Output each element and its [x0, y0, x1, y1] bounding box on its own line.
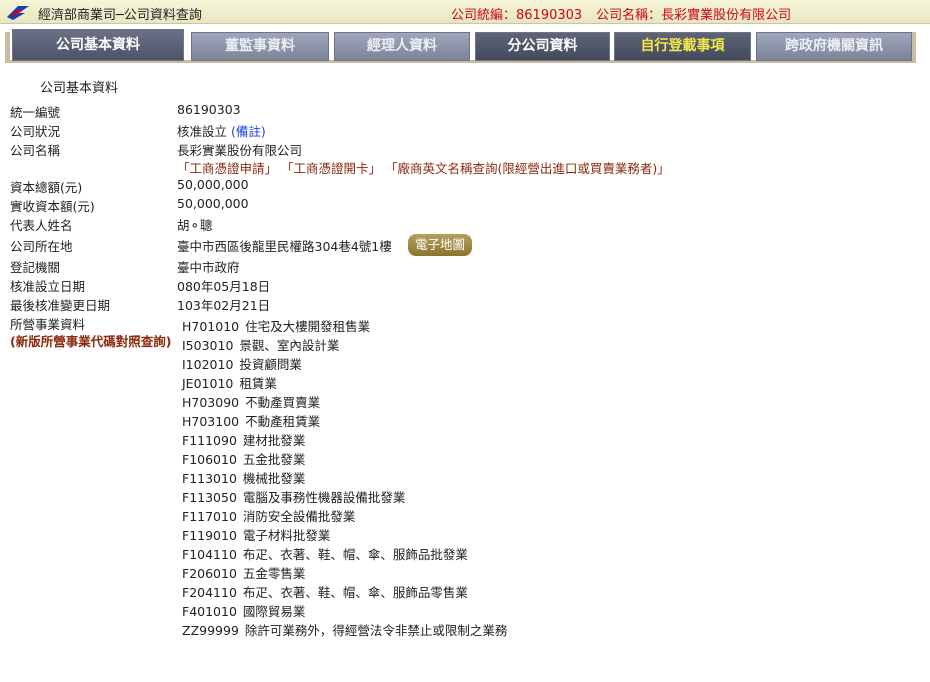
tab-self-disclosure[interactable]: 自行登載事項: [614, 32, 751, 61]
english-name-query-link[interactable]: 「廠商英文名稱查詢(限經營出進口或買賣業務者)」: [385, 161, 670, 176]
value-status: 核准設立 (備註): [177, 121, 266, 140]
business-item-code: I503010: [182, 338, 234, 353]
business-item: ZZ99999 除許可業務外，得經營法令非禁止或限制之業務: [182, 621, 507, 640]
business-item-code: I102010: [182, 357, 234, 372]
business-item-name: 租賃業: [239, 376, 277, 391]
label-approved-date: 核准設立日期: [10, 279, 86, 294]
business-item: F113050 電腦及事務性機器設備批發業: [182, 488, 507, 507]
business-item-name: 投資顧問業: [239, 357, 302, 372]
tab-bar: 公司基本資料 董監事資料 經理人資料 分公司資料 自行登載事項 跨政府機關資訊: [0, 28, 930, 64]
business-item: H703100 不動產租賃業: [182, 412, 507, 431]
business-item-code: H703090: [182, 395, 240, 410]
label-representative: 代表人姓名: [10, 218, 73, 233]
business-item: JE01010 租賃業: [182, 374, 507, 393]
label-address: 公司所在地: [10, 239, 73, 254]
tab-company-basic[interactable]: 公司基本資料: [12, 29, 184, 61]
business-item-code: F204110: [182, 585, 237, 600]
business-item-code: H701010: [182, 319, 240, 334]
label-authority: 登記機關: [10, 260, 61, 275]
business-item: F206010 五金零售業: [182, 564, 507, 583]
company-name-links: 「工商憑證申請」 「工商憑證開卡」 「廠商英文名稱查詢(限經營出進口或買賣業務者…: [177, 158, 670, 177]
label-company-name: 公司名稱: [10, 143, 61, 158]
business-item: F106010 五金批發業: [182, 450, 507, 469]
value-authority: 臺中市政府: [177, 260, 240, 275]
label-status: 公司狀況: [10, 124, 61, 139]
business-item-code: H703100: [182, 414, 240, 429]
business-item-name: 消防安全設備批發業: [242, 509, 356, 524]
business-item-name: 除許可業務外，得經營法令非禁止或限制之業務: [244, 623, 508, 638]
value-uniform-no: 86190303: [177, 102, 241, 117]
business-item: F401010 國際貿易業: [182, 602, 507, 621]
cert-activate-link[interactable]: 「工商憑證開卡」: [281, 161, 381, 176]
business-item-code: F117010: [182, 509, 237, 524]
business-item-code: F206010: [182, 566, 237, 581]
business-item-name: 五金零售業: [242, 566, 306, 581]
value-last-change-date: 103年02月21日: [177, 298, 271, 313]
business-item: F113010 機械批發業: [182, 469, 507, 488]
tab-directors[interactable]: 董監事資料: [191, 32, 329, 61]
status-text: 核准設立: [177, 124, 228, 139]
business-item: H703090 不動產買賣業: [182, 393, 507, 412]
business-code-lookup-link[interactable]: (新版所營事業代碼對照查詢): [10, 331, 171, 350]
label-capital-total: 資本總額(元): [10, 180, 83, 195]
label-last-change-date: 最後核准變更日期: [10, 298, 111, 313]
business-item-name: 機械批發業: [242, 471, 306, 486]
tab-cross-agency[interactable]: 跨政府機關資訊: [756, 32, 912, 61]
business-item-code: F113010: [182, 471, 237, 486]
business-item-code: JE01010: [182, 376, 234, 391]
business-items-list: H701010 住宅及大樓開發租售業 I503010 景觀、室內設計業 I102010 投…: [182, 317, 507, 640]
top-header: 經濟部商業司─公司資料查詢 公司統編：86190303 公司名稱：長彩實業股份有限…: [0, 0, 930, 24]
site-title: 經濟部商業司─公司資料查詢: [38, 8, 202, 23]
header-company-info: 公司統編：86190303 公司名稱：長彩實業股份有限公司: [451, 4, 791, 23]
moea-logo-icon: [7, 6, 29, 20]
cert-apply-link[interactable]: 「工商憑證申請」: [177, 161, 277, 176]
business-item-name: 不動產買賣業: [245, 395, 321, 410]
value-capital-paid: 50,000,000: [177, 196, 249, 211]
tab-managers[interactable]: 經理人資料: [334, 32, 470, 61]
status-note-link[interactable]: (備註): [231, 124, 266, 139]
business-item: I503010 景觀、室內設計業: [182, 336, 507, 355]
business-item: F111090 建材批發業: [182, 431, 507, 450]
business-item-code: F104110: [182, 547, 237, 562]
header-company-id: 公司統編：86190303: [451, 8, 583, 23]
business-item: H701010 住宅及大樓開發租售業: [182, 317, 507, 336]
value-address: 臺中市西區後龍里民權路304巷4號1樓: [177, 239, 392, 254]
value-company-name: 長彩實業股份有限公司: [177, 143, 303, 158]
business-item-code: ZZ99999: [182, 623, 239, 638]
business-item-name: 布疋、衣著、鞋、帽、傘、服飾品零售業: [242, 585, 468, 600]
value-approved-date: 080年05月18日: [177, 279, 271, 294]
e-map-button[interactable]: 電子地圖: [408, 234, 472, 256]
business-item-name: 國際貿易業: [242, 604, 306, 619]
business-item-name: 住宅及大樓開發租售業: [245, 319, 371, 334]
business-item-code: F106010: [182, 452, 237, 467]
business-item-name: 電子材料批發業: [242, 528, 331, 543]
business-item: F204110 布疋、衣著、鞋、帽、傘、服飾品零售業: [182, 583, 507, 602]
business-item-name: 建材批發業: [242, 433, 306, 448]
label-uniform-no: 統一編號: [10, 105, 61, 120]
business-item: I102010 投資顧問業: [182, 355, 507, 374]
tab-branches[interactable]: 分公司資料: [475, 32, 610, 61]
section-title: 公司基本資料: [40, 81, 119, 96]
business-item: F117010 消防安全設備批發業: [182, 507, 507, 526]
value-representative: 胡⚬聰: [177, 218, 213, 233]
business-item: F119010 電子材料批發業: [182, 526, 507, 545]
tab-bar-right-edge: [912, 32, 916, 63]
header-company-name: 公司名稱：長彩實業股份有限公司: [596, 8, 792, 23]
business-item-name: 五金批發業: [242, 452, 306, 467]
business-item-code: F401010: [182, 604, 237, 619]
business-item: F104110 布疋、衣著、鞋、帽、傘、服飾品批發業: [182, 545, 507, 564]
business-item-name: 電腦及事務性機器設備批發業: [242, 490, 406, 505]
value-capital-total: 50,000,000: [177, 177, 249, 192]
business-item-name: 不動產租賃業: [245, 414, 321, 429]
tab-bar-left-edge: [5, 32, 10, 63]
business-item-code: F111090: [182, 433, 237, 448]
business-item-name: 景觀、室內設計業: [239, 338, 340, 353]
label-capital-paid: 實收資本額(元): [10, 199, 95, 214]
business-item-code: F113050: [182, 490, 237, 505]
business-item-name: 布疋、衣著、鞋、帽、傘、服飾品批發業: [242, 547, 468, 562]
business-item-code: F119010: [182, 528, 237, 543]
